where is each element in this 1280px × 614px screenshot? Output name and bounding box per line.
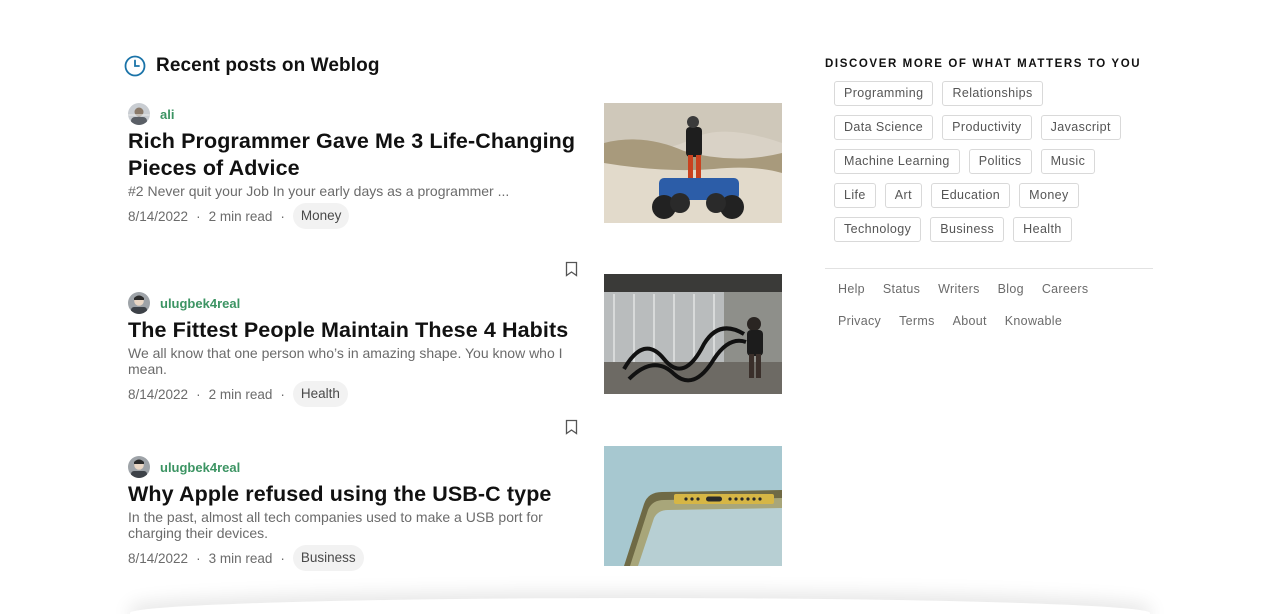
separator: · xyxy=(280,386,285,402)
topic-tag[interactable]: Javascript xyxy=(1040,115,1121,140)
footer-link-writers[interactable]: Writers xyxy=(938,282,979,298)
topic-chip[interactable]: Money xyxy=(292,203,350,229)
post-title[interactable]: The Fittest People Maintain These 4 Habi… xyxy=(128,317,588,344)
post-card[interactable]: ali Rich Programmer Gave Me 3 Life-Chang… xyxy=(128,103,784,277)
avatar xyxy=(128,292,150,314)
footer-link-terms[interactable]: Terms xyxy=(899,314,935,330)
separator: · xyxy=(280,208,285,224)
post-author[interactable]: ulugbek4real xyxy=(128,292,578,314)
read-time: 2 min read xyxy=(208,386,273,402)
footer-link-help[interactable]: Help xyxy=(838,282,865,298)
topic-tag[interactable]: Data Science xyxy=(834,115,934,140)
topic-tag[interactable]: Life xyxy=(834,183,876,208)
topic-tag[interactable]: Machine Learning xyxy=(834,149,960,174)
feed-header: Recent posts on Weblog xyxy=(124,54,784,78)
footer-link-careers[interactable]: Careers xyxy=(1042,282,1089,298)
post-thumbnail[interactable] xyxy=(604,103,782,223)
separator: · xyxy=(196,208,201,224)
footer-links: Help Status Writers Blog Careers Privacy… xyxy=(825,282,1145,346)
footer-link-about[interactable]: About xyxy=(953,314,987,330)
post-card[interactable]: ulugbek4real The Fittest People Maintain… xyxy=(128,274,784,435)
divider xyxy=(825,268,1153,269)
post-meta: 8/14/2022 · 2 min read · Health xyxy=(128,381,578,407)
topic-tag[interactable]: Programming xyxy=(834,81,934,106)
post-title[interactable]: Rich Programmer Gave Me 3 Life-Changing … xyxy=(128,128,578,182)
author-name: ali xyxy=(160,106,175,122)
post-thumbnail[interactable] xyxy=(604,274,782,394)
post-snippet: We all know that one person who’s in ama… xyxy=(128,345,563,377)
bottom-overlay-edge xyxy=(130,598,1150,614)
post-date: 8/14/2022 xyxy=(128,386,189,402)
separator: · xyxy=(196,550,201,566)
bookmark-icon[interactable] xyxy=(565,419,578,435)
topic-chip[interactable]: Business xyxy=(292,545,364,571)
topic-tag[interactable]: Health xyxy=(1013,217,1072,242)
post-thumbnail[interactable] xyxy=(604,446,782,566)
topic-tag[interactable]: Relationships xyxy=(942,81,1043,106)
topic-tag[interactable]: Art xyxy=(884,183,922,208)
post-date: 8/14/2022 xyxy=(128,208,189,224)
footer-link-privacy[interactable]: Privacy xyxy=(838,314,881,330)
footer-link-blog[interactable]: Blog xyxy=(998,282,1024,298)
avatar xyxy=(128,456,150,478)
post-title[interactable]: Why Apple refused using the USB-C type xyxy=(128,481,578,508)
post-date: 8/14/2022 xyxy=(128,550,189,566)
post-meta: 8/14/2022 · 3 min read · Business xyxy=(128,545,578,571)
post-meta: 8/14/2022 · 2 min read · Money xyxy=(128,203,578,229)
read-time: 2 min read xyxy=(208,208,273,224)
post-card[interactable]: ulugbek4real Why Apple refused using the… xyxy=(128,446,784,614)
author-name: ulugbek4real xyxy=(160,295,241,311)
post-snippet: In the past, almost all tech companies u… xyxy=(128,509,543,541)
separator: · xyxy=(280,550,285,566)
post-snippet: #2 Never quit your Job In your early day… xyxy=(128,183,510,199)
author-name: ulugbek4real xyxy=(160,459,241,475)
topic-tag[interactable]: Education xyxy=(930,183,1011,208)
discover-title: DISCOVER MORE OF WHAT MATTERS TO YOU xyxy=(825,58,1142,70)
topic-tag[interactable]: Technology xyxy=(834,217,922,242)
feed-title: Recent posts on Weblog xyxy=(156,55,380,76)
separator: · xyxy=(196,386,201,402)
topic-tag[interactable]: Politics xyxy=(968,149,1032,174)
clock-icon xyxy=(124,55,146,77)
footer-link-status[interactable]: Status xyxy=(883,282,920,298)
topic-tag[interactable]: Music xyxy=(1040,149,1096,174)
topic-tag[interactable]: Money xyxy=(1019,183,1079,208)
topic-tag[interactable]: Business xyxy=(930,217,1005,242)
read-time: 3 min read xyxy=(208,550,273,566)
discover-sidebar: DISCOVER MORE OF WHAT MATTERS TO YOU Pro… xyxy=(825,58,1153,346)
topic-chip[interactable]: Health xyxy=(292,381,348,407)
topic-tags: Programming Relationships Data Science P… xyxy=(825,81,1145,251)
avatar xyxy=(128,103,150,125)
topic-tag[interactable]: Productivity xyxy=(942,115,1032,140)
footer-link-knowable[interactable]: Knowable xyxy=(1005,314,1062,330)
post-author[interactable]: ali xyxy=(128,103,578,125)
recent-posts-feed: Recent posts on Weblog ali Rich Programm… xyxy=(124,54,784,614)
post-author[interactable]: ulugbek4real xyxy=(128,456,578,478)
